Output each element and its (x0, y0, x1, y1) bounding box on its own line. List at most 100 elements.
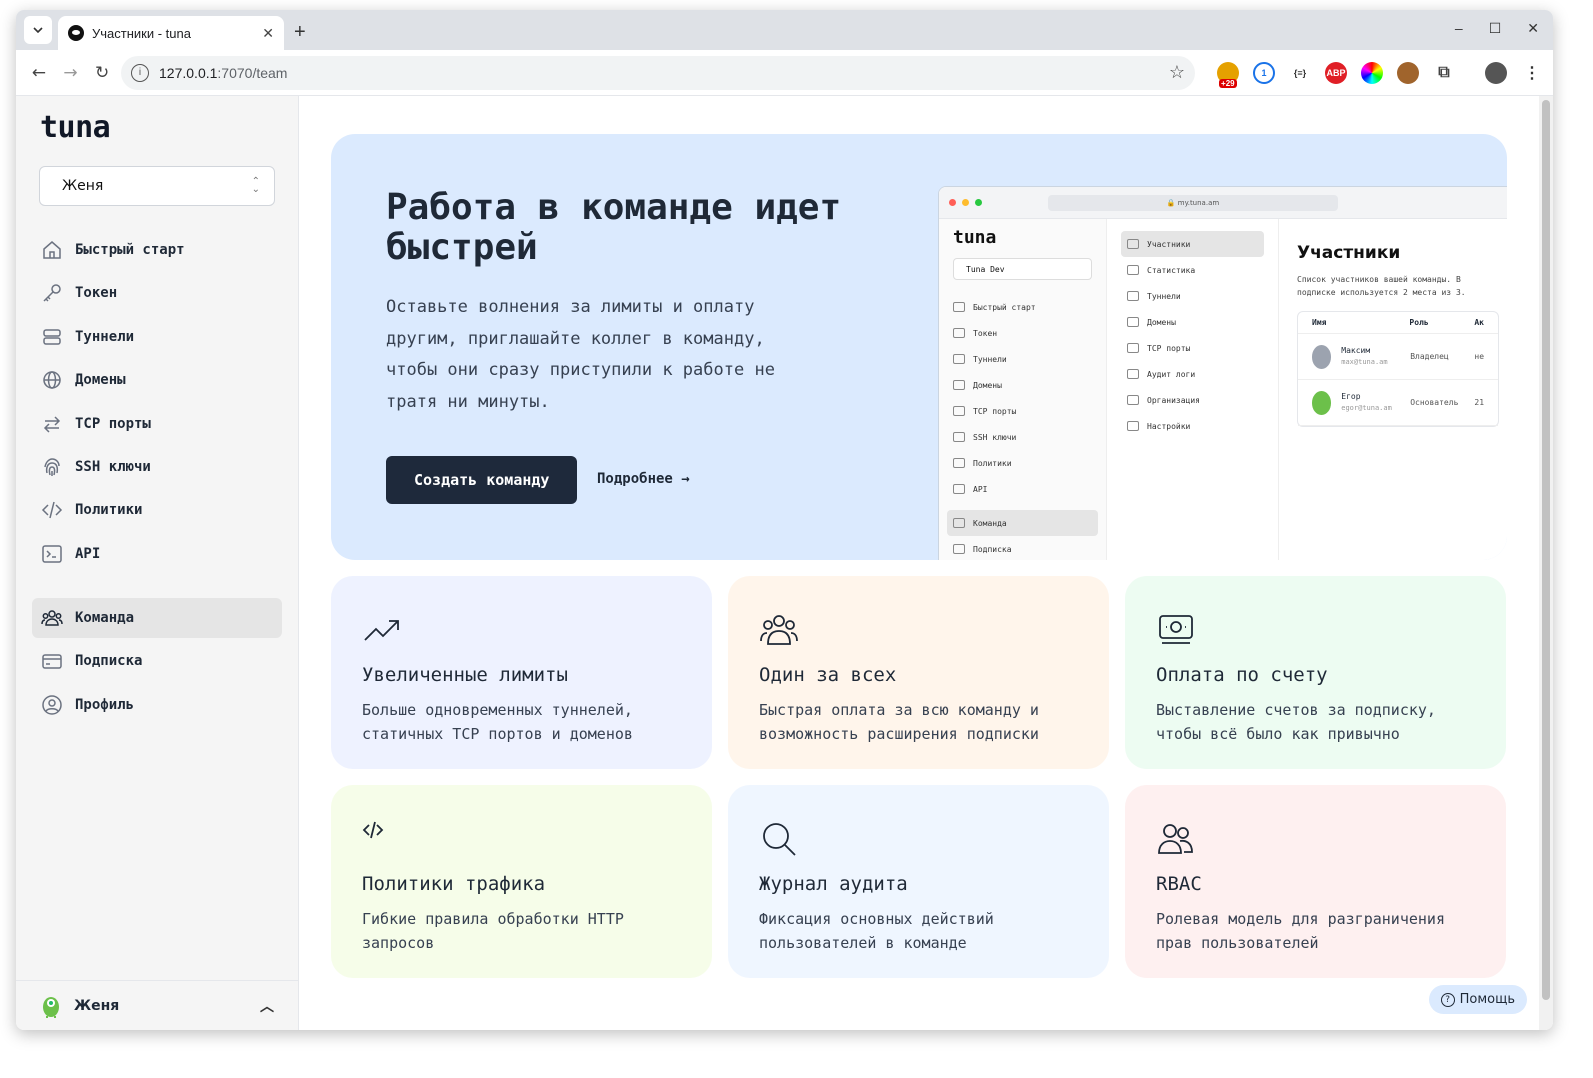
preview-nav-item: API (947, 476, 1098, 502)
adblock-icon[interactable]: ABP (1325, 61, 1348, 84)
code-icon (41, 502, 63, 519)
sidebar-item-globe[interactable]: Домены (32, 360, 282, 400)
app-root: tuna Женя ⌃ ⌄ Быстрый старт Токен Туннели… (16, 96, 1539, 1030)
org-select[interactable]: Женя ⌃ ⌄ (39, 166, 275, 206)
bookmark-star-icon[interactable]: ☆ (1169, 62, 1185, 83)
preview-team-nav-item: Настройки (1121, 413, 1264, 439)
page-scrollbar[interactable] (1539, 96, 1553, 1030)
extensions-puzzle-icon[interactable]: ⧉ (1433, 61, 1456, 84)
help-button[interactable]: ? Помощь (1428, 985, 1527, 1014)
minimize-button[interactable]: – (1455, 20, 1463, 37)
user-menu[interactable]: Женя ︿ (16, 980, 298, 1030)
close-tab-icon[interactable]: ✕ (262, 25, 274, 42)
preview-logo: tuna (953, 227, 997, 248)
tab-bar: Участники - tuna ✕ + – ☐ ✕ (16, 10, 1553, 50)
preview-members-table: Имя Роль Ак Максим max@tuna.am Владелец н… (1297, 311, 1499, 427)
sidebar: tuna Женя ⌃ ⌄ Быстрый старт Токен Туннели… (16, 96, 299, 1030)
preview-description: Список участников вашей команды. В подпи… (1297, 275, 1466, 297)
member-avatar (1312, 390, 1332, 415)
browser-window: Участники - tuna ✕ + – ☐ ✕ ← → ↻ i 127.0… (16, 10, 1553, 1030)
preview-table-header: Имя Роль Ак (1298, 312, 1498, 334)
feature-text: Фиксация основных действий пользователей… (759, 910, 994, 952)
profile-avatar[interactable] (1485, 61, 1508, 84)
back-button[interactable]: ← (26, 57, 52, 89)
feature-title: Политики трафика (362, 873, 546, 895)
preview-nav-item: TCP порты (947, 398, 1098, 424)
sidebar-item-team[interactable]: Команда (32, 597, 282, 638)
tab-search-button[interactable] (24, 16, 52, 44)
sidebar-item-code[interactable]: Политики (32, 490, 282, 530)
feature-text: Гибкие правила обработки HTTP запросов (362, 910, 624, 952)
preview-team-nav-item: Домены (1121, 309, 1264, 335)
group-icon (760, 615, 798, 645)
sidebar-item-home[interactable]: Быстрый старт (32, 230, 282, 270)
preview-heading: Участники (1297, 243, 1401, 263)
code-icon (362, 821, 384, 839)
sidebar-item-label: Туннели (75, 328, 135, 345)
feature-card-code: Политики трафика Гибкие правила обработк… (331, 785, 712, 978)
home-icon (43, 241, 61, 259)
preview-member-row: Егор egor@tuna.am Основатель 21 (1298, 380, 1498, 426)
sidebar-item-label: API (75, 545, 101, 562)
app-logo[interactable]: tuna (16, 96, 298, 166)
preview-team-nav-item: TCP порты (1121, 335, 1264, 361)
hero-title: Работа в команде идет быстрей (386, 187, 842, 268)
preview-nav-item: SSH ключи (947, 424, 1098, 450)
cookie-icon[interactable] (1397, 61, 1420, 84)
preview-team-nav-item: Участники (1121, 231, 1264, 257)
preview-member-row: Максим max@tuna.am Владелец не (1298, 334, 1498, 380)
maximize-button[interactable]: ☐ (1489, 20, 1502, 37)
address-bar[interactable]: i 127.0.0.1:7070/team ☆ (121, 55, 1196, 90)
sidebar-item-label: TCP порты (75, 415, 151, 432)
json-extension-icon[interactable]: {≡} (1289, 61, 1312, 84)
browser-toolbar: ← → ↻ i 127.0.0.1:7070/team ☆ +29 1 {≡} … (16, 50, 1553, 96)
search-icon (763, 823, 796, 856)
menu-kebab-icon[interactable]: ⋮ (1521, 61, 1544, 84)
reload-button[interactable]: ↻ (89, 57, 115, 89)
preview-nav-item: Токен (947, 320, 1098, 346)
sidebar-item-user-circle[interactable]: Профиль (32, 685, 282, 725)
preview-nav-item: Политики (947, 450, 1098, 476)
hero-banner: Работа в команде идет быстрей Оставьте в… (331, 134, 1507, 560)
sidebar-item-label: Домены (75, 372, 126, 389)
preview-nav-item: Быстрый старт (947, 294, 1098, 320)
extension-badge-icon[interactable]: +29 (1217, 61, 1240, 88)
sidebar-item-fingerprint[interactable]: SSH ключи (32, 447, 282, 487)
password-manager-icon[interactable]: 1 (1253, 61, 1276, 84)
card-icon (42, 654, 62, 669)
user-circle-icon (42, 694, 62, 715)
preview-sidebar: tuna Tuna Dev Быстрый старт Токен Туннели Д… (939, 219, 1107, 560)
sidebar-item-server[interactable]: Туннели (32, 317, 282, 357)
features-grid: Увеличенные лимиты Больше одновременных … (331, 576, 1507, 978)
sidebar-item-key[interactable]: Токен (32, 273, 282, 313)
preview-nav-item: Команда (947, 510, 1098, 536)
sidebar-item-label: Быстрый старт (75, 242, 185, 258)
help-label: Помощь (1459, 992, 1515, 1007)
preview-team-nav-item: Статистика (1121, 257, 1264, 283)
sidebar-item-label: Команда (75, 609, 135, 626)
sidebar-item-arrows[interactable]: TCP порты (32, 404, 282, 444)
hero-description: Оставьте волнения за лимиты и оплату дру… (386, 297, 775, 412)
browser-tab[interactable]: Участники - tuna ✕ (58, 16, 284, 50)
close-window-button[interactable]: ✕ (1527, 20, 1539, 37)
sidebar-item-card[interactable]: Подписка (32, 641, 282, 681)
learn-more-link[interactable]: Подробнее → (597, 471, 690, 487)
member-avatar (1312, 344, 1332, 369)
create-team-button[interactable]: Создать команду (386, 456, 578, 504)
users-icon (1158, 824, 1193, 854)
feature-card-banknote: Оплата по счету Выставление счетов за по… (1125, 576, 1506, 769)
color-picker-icon[interactable] (1361, 61, 1384, 84)
site-info-icon[interactable]: i (131, 63, 150, 82)
extensions-bar: +29 1 {≡} ABP ⧉ ⋮ (1217, 61, 1544, 88)
forward-button[interactable]: → (58, 57, 84, 89)
user-name: Женя (74, 997, 120, 1014)
url-text: 127.0.0.1:7070/team (159, 64, 288, 81)
sidebar-item-terminal[interactable]: API (32, 534, 282, 574)
new-tab-button[interactable]: + (294, 21, 306, 44)
fingerprint-icon (44, 458, 60, 476)
feature-card-group: Один за всех Быстрая оплата за всю коман… (728, 576, 1109, 769)
feature-card-search: Журнал аудита Фиксация основных действий… (728, 785, 1109, 978)
feature-text: Быстрая оплата за всю команду и возможно… (759, 701, 1039, 743)
team-icon (41, 609, 63, 626)
preview-team-nav-item: Аудит логи (1121, 361, 1264, 387)
